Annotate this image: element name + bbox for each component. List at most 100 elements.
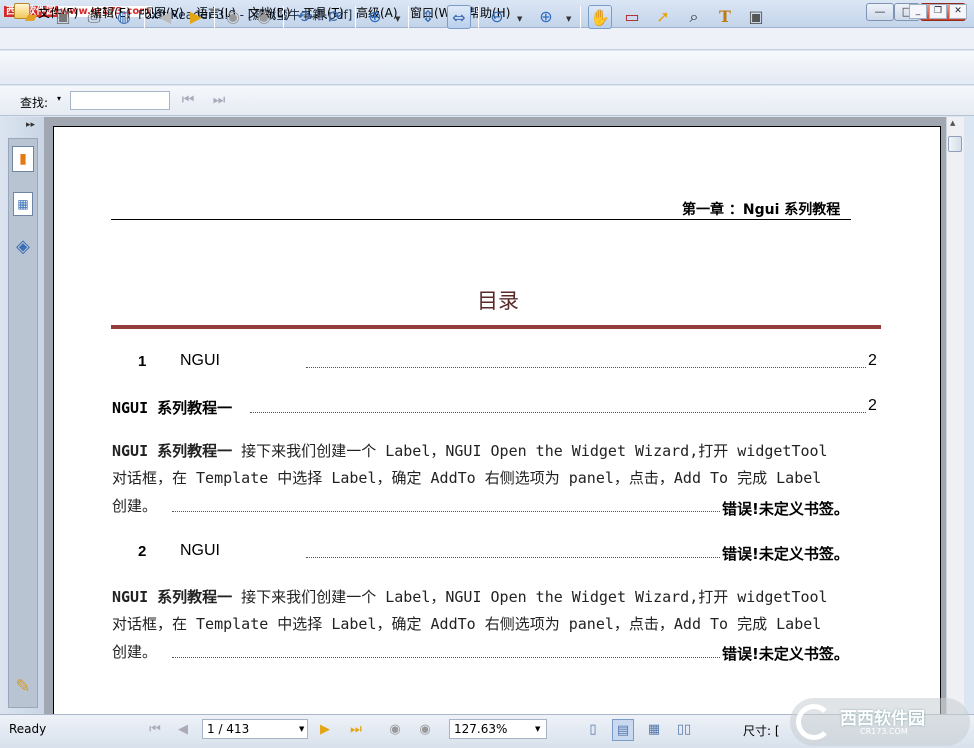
pdf-page[interactable]: 第一章 ：Ngui 系列教程 目录 1 NGUI 2 NGUI 系列教程一 2 … [53,126,941,714]
toc-title: 目录 [477,289,519,313]
window-frame [964,117,974,714]
vertical-scrollbar[interactable] [946,117,964,714]
mdi-close-button[interactable]: ✕ [949,4,967,19]
rotate-left-icon[interactable]: ⟲ [291,5,315,29]
minimize-button[interactable]: — [866,3,894,21]
toc-entry-page[interactable]: 2 [868,397,877,415]
last-page-icon[interactable]: ⏭ [345,719,367,741]
fit-page-icon[interactable]: ⇕ [416,5,440,29]
thumbnails-icon[interactable]: ▦ [13,192,33,216]
logo-text: 西西软件园 [840,709,925,729]
paragraph-text: 接下来我们创建一个 Label，NGUI Open the Widget Wiz… [232,442,828,460]
logo-subtext: CR173.COM [860,727,908,736]
toc-leader-dots [172,657,720,658]
scroll-up-icon[interactable]: ▲ [950,119,955,127]
email-icon[interactable]: ◍ [112,5,136,29]
forward-view-icon[interactable]: ◉ [414,719,436,741]
toc-leader-dots [306,557,720,558]
paragraph-bold-lead: NGUI 系列教程一 [112,588,233,606]
prev-arrow-icon[interactable]: ◀ [153,5,177,29]
toc-paragraph-line[interactable]: 对话框，在 Template 中选择 Label，确定 AddTo 右侧选项为 … [112,465,821,492]
toc-leader-dots [250,412,866,413]
zoom-in-icon[interactable]: ⊕ [534,5,558,29]
toc-leader-dots [172,511,720,512]
toc-entry-number[interactable]: 2 [138,543,146,560]
open-icon[interactable]: ▰ [19,5,43,29]
toolbar-separator [283,6,284,28]
paragraph-text: 接下来我们创建一个 Label，NGUI Open the Widget Wiz… [232,588,828,606]
paragraph-bold-lead: NGUI 系列教程一 [112,442,233,460]
zoom-level-input[interactable]: 127.63% [449,719,547,739]
toolbar-separator [214,6,215,28]
mdi-minimize-button[interactable]: _ [909,4,927,19]
find-prev-icon[interactable]: ⏮ [176,88,200,112]
toolbar-separator [580,6,581,28]
zoom-dropdown-icon[interactable]: ▼ [535,725,540,733]
toc-entry-text[interactable]: NGUI [180,542,220,560]
facing-page-icon[interactable]: ▦ [643,719,665,741]
single-page-icon[interactable]: ▯ [582,719,604,741]
zoom-out-icon[interactable]: ⊖ [485,5,509,29]
status-text: Ready [9,722,47,736]
zoom-in-tool-icon[interactable]: ⊕ [363,5,387,29]
zoom-out-dropdown-icon[interactable]: ▼ [517,15,522,23]
prev-page-icon[interactable]: ◀ [172,719,194,741]
rotate-right-icon[interactable]: ⟳ [323,5,347,29]
toc-paragraph-line[interactable]: NGUI 系列教程一 接下来我们创建一个 Label，NGUI Open the… [112,438,828,465]
menu-bar [0,28,974,50]
toc-entry-text[interactable]: NGUI 系列教程一 [112,397,232,418]
page-dropdown-icon[interactable]: ▼ [299,725,304,733]
site-logo-watermark: 西西软件园 CR173.COM [790,698,970,746]
zoom-tool-dropdown-icon[interactable]: ▼ [395,15,400,23]
continuous-facing-icon[interactable]: ▯▯ [673,719,695,741]
toolbar-separator [144,6,145,28]
fit-width-icon[interactable]: ⇔ [447,5,471,29]
arrow-select-icon[interactable]: ➚ [651,5,675,29]
logo-ring-icon [796,704,832,740]
panel-tab-strip [8,138,38,708]
page-size-label: 尺寸: [ [743,724,780,738]
toc-paragraph-line[interactable]: 创建。 [112,639,157,666]
toc-entry-number[interactable]: 1 [138,353,146,370]
toc-paragraph-line[interactable]: NGUI 系列教程一 接下来我们创建一个 Label，NGUI Open the… [112,584,828,611]
expand-panel-icon[interactable]: ▸▸ [26,120,35,130]
header-rule [111,219,851,220]
mdi-restore-button[interactable]: ❐ [929,4,947,19]
toc-entry-text[interactable]: NGUI [180,352,220,370]
zoom-in-dropdown-icon[interactable]: ▼ [566,15,571,23]
toc-entry-page[interactable]: 2 [868,352,877,370]
save-icon[interactable]: ▣ [51,5,75,29]
find-icon[interactable]: ⌕ [682,5,706,29]
page-header: 第一章 ：Ngui 系列教程 [682,202,841,218]
back-view-icon[interactable]: ◉ [384,719,406,741]
layers-icon[interactable]: ◈ [11,234,35,260]
find-input[interactable] [70,91,170,110]
text-select-icon[interactable]: ▭ [620,5,644,29]
bookmark-error-text[interactable]: 错误!未定义书签。 [722,498,849,519]
snapshot-icon[interactable]: ▣ [744,5,768,29]
first-page-icon[interactable]: ⏮ [144,719,166,741]
toc-leader-dots [306,367,866,368]
next-arrow-icon[interactable]: ▶ [184,5,208,29]
toolbar-separator [478,6,479,28]
find-options-dropdown-icon[interactable]: ▾ [57,94,61,103]
toolbar-separator [408,6,409,28]
toc-paragraph-line[interactable]: 对话框，在 Template 中选择 Label，确定 AddTo 右侧选项为 … [112,611,821,638]
bookmark-error-text[interactable]: 错误!未定义书签。 [722,643,849,664]
attachments-icon[interactable]: ✎ [11,674,35,700]
typewriter-icon[interactable]: T [713,5,737,29]
next-page-icon[interactable]: ▶ [314,719,336,741]
bookmark-error-text[interactable]: 错误!未定义书签。 [722,543,849,564]
page-number-input[interactable]: 1 / 413 [202,719,308,739]
find-label: 查找: [20,96,49,110]
print-icon[interactable]: ⎙ [82,5,106,29]
toc-title-rule [111,325,881,329]
bookmarks-icon[interactable]: ▮ [12,146,34,172]
back-icon[interactable]: ◉ [221,5,245,29]
hand-tool-icon[interactable]: ✋ [588,5,612,29]
continuous-page-icon[interactable]: ▤ [612,719,634,741]
find-next-icon[interactable]: ⏭ [207,88,231,112]
forward-icon[interactable]: ◉ [252,5,276,29]
scrollbar-thumb[interactable] [948,136,962,152]
toc-paragraph-line[interactable]: 创建。 [112,493,157,520]
